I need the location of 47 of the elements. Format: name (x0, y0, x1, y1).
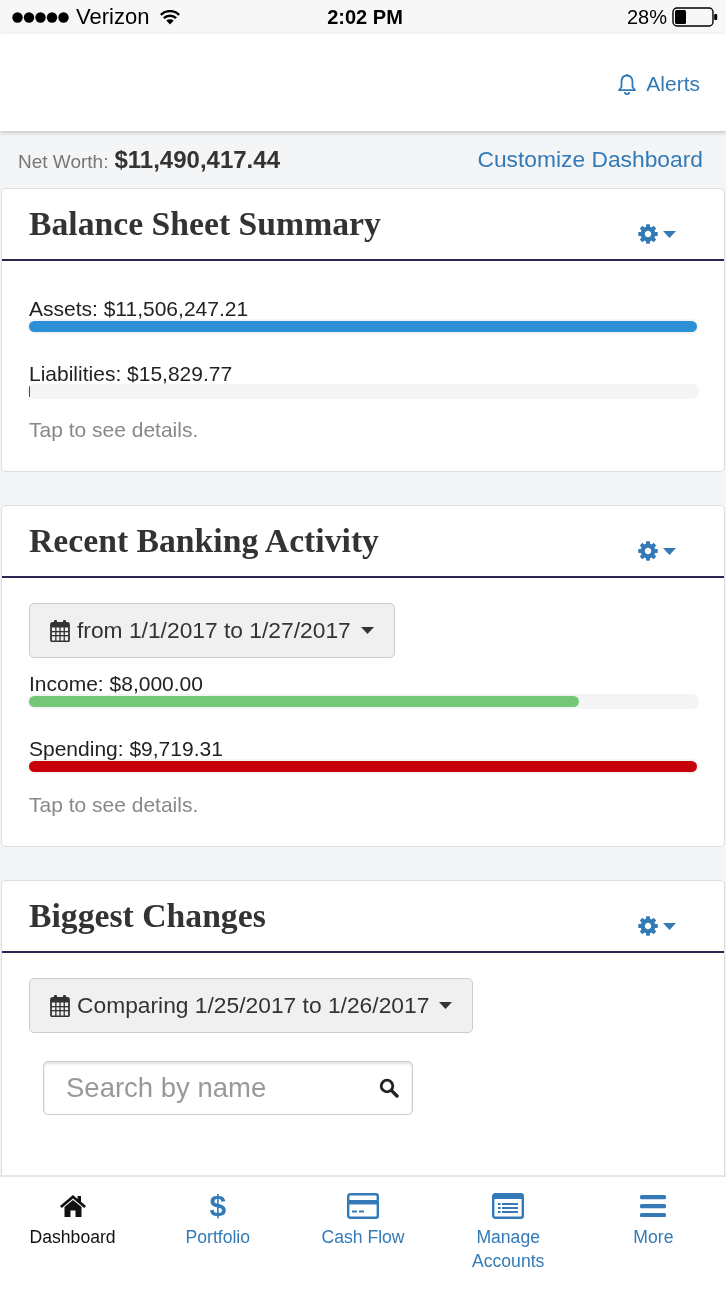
calendar-icon (50, 619, 70, 642)
calendar-icon (50, 994, 70, 1017)
caret-icon (439, 1002, 453, 1009)
settings-dropdown-button[interactable] (638, 224, 676, 244)
credit-card-icon (347, 1193, 379, 1219)
battery-icon (672, 7, 718, 27)
meter-label: Income: $8,000.00 (28, 673, 204, 695)
net-worth-value: $11,490,417.44 (114, 145, 280, 174)
signal-icon (12, 11, 69, 23)
battery-percentage: 28% (626, 5, 667, 29)
card-title: Biggest Changes (29, 896, 266, 936)
carrier-name: Verizon (76, 4, 150, 30)
gear-icon (638, 541, 658, 561)
clock-time: 2:02 PM (327, 5, 403, 29)
net-worth-label: Net Worth: (18, 150, 109, 173)
details-hint: Tap to see details. (28, 794, 200, 816)
tab-bar-item[interactable]: More (580, 1177, 726, 1290)
search-field[interactable]: Search by name (43, 1061, 413, 1115)
caret-icon (663, 230, 676, 238)
caret-icon (663, 547, 676, 555)
card-title: Balance Sheet Summary (29, 204, 381, 244)
alerts-link[interactable]: Alerts (617, 71, 700, 96)
caret-icon (360, 627, 374, 634)
meter-label: Liabilities: $15,829.77 (28, 363, 234, 385)
date-range-button[interactable]: from 1/1/2017 to 1/27/2017 (29, 603, 395, 658)
gear-icon (638, 224, 658, 244)
menu-icon (640, 1195, 667, 1217)
details-hint: Tap to see details. (28, 419, 200, 441)
bell-icon (617, 72, 638, 95)
settings-dropdown-button[interactable] (638, 916, 676, 936)
date-range-button[interactable]: Comparing 1/25/2017 to 1/26/2017 (29, 978, 474, 1033)
gear-icon (638, 916, 658, 936)
dollar-icon: $ (209, 1191, 227, 1221)
tab-bar-item[interactable]: $ Portfolio (145, 1177, 291, 1290)
meter-label: Assets: $11,506,247.21 (28, 298, 250, 320)
wifi-icon (160, 9, 181, 25)
home-icon (58, 1194, 87, 1218)
customize-dashboard-link[interactable]: Customize Dashboard (477, 146, 703, 173)
meter-label: Spending: $9,719.31 (28, 738, 224, 760)
tab-bar-item[interactable]: Cash Flow (290, 1177, 436, 1290)
settings-dropdown-button[interactable] (638, 541, 676, 561)
tab-bar-item[interactable]: Manage Accounts (435, 1177, 581, 1290)
card-title: Recent Banking Activity (29, 521, 379, 561)
tab-bar-item[interactable]: Dashboard (0, 1177, 146, 1290)
search-icon (379, 1078, 399, 1098)
list-window-icon (492, 1193, 525, 1219)
caret-icon (663, 922, 676, 930)
